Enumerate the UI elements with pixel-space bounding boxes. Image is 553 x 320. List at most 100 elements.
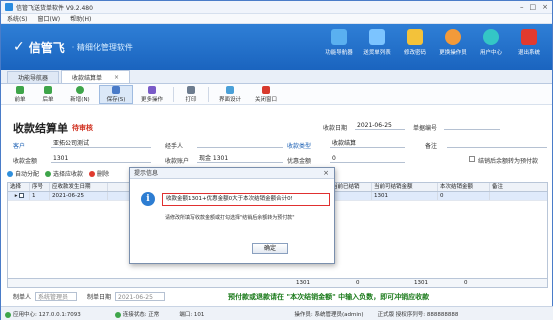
amount-field[interactable]: 1301 [51, 154, 151, 163]
customer-field[interactable]: 亚拓公司测试 [51, 139, 151, 148]
remark-field[interactable] [447, 139, 547, 148]
status-license: 正式版 授权序列号: 888888888 [377, 312, 459, 318]
close-window-button[interactable]: 关闭窗口 [249, 85, 283, 104]
banner: ✓ 信管飞 · 精细化管理软件 功能导航器 送货单列表 修改密码 更换操作员 用… [1, 24, 552, 70]
nav-label: 用户中心 [479, 50, 502, 56]
layout-icon [226, 85, 234, 94]
print-button[interactable]: 打印 [178, 85, 204, 104]
select-receivable-button[interactable]: 选择应收款 [45, 169, 83, 178]
app-icon [5, 3, 13, 11]
menu-window[interactable]: 窗口(W) [38, 14, 61, 23]
menu-system[interactable]: 系统(S) [7, 14, 28, 23]
auto-label: 自动分配 [15, 171, 40, 178]
power-icon [521, 29, 537, 45]
type-field[interactable]: 收款结算 [330, 139, 405, 148]
nav-exit-system[interactable]: 退出系统 [512, 29, 546, 56]
nav-label: 修改密码 [403, 50, 426, 56]
col-settled: 当前已结销 [330, 183, 372, 191]
status-conn: 连接状态: 正常 [114, 310, 160, 318]
auto-icon [7, 170, 13, 177]
form-footer: 制单人 系统管理员 制单日期 2021-06-25 预付款或退款请在 "本次结销… [1, 289, 553, 304]
menu-bar: 系统(S) 窗口(W) 帮助(H) [1, 14, 552, 24]
minimize-icon[interactable]: – [520, 3, 524, 11]
nav-switch-operator[interactable]: 更换操作员 [436, 29, 470, 56]
remark-label: 备注 [425, 143, 438, 150]
new-label: 新增(N) [70, 96, 90, 103]
maximize-icon[interactable]: □ [530, 3, 537, 11]
handler-field[interactable] [197, 139, 283, 148]
logo-name: 信管飞 [28, 40, 65, 55]
connection-icon [114, 311, 121, 318]
save-label: 保存(S) [106, 96, 126, 103]
row-current[interactable]: 0 [438, 192, 490, 200]
customer-label: 客户 [13, 143, 26, 150]
date-field[interactable]: 2021-06-25 [355, 121, 405, 130]
tab-label: 功能导航器 [18, 75, 49, 82]
col-select: 选择 [8, 183, 30, 191]
dialog-hint: 请修改所填写收款金额或打勾选择"结销后余额转为预付款" [165, 215, 295, 221]
grid-summary: 1301 0 1301 0 [8, 278, 547, 287]
close-icon[interactable]: × [542, 3, 548, 11]
prompt-dialog: 提示信息 × i 收款金额1301+优惠金额0大于本次结销金额合计0! 请修改所… [129, 167, 335, 264]
form-header: 收款结算单 待审核 [13, 120, 93, 136]
nav-user-center[interactable]: 用户中心 [474, 29, 508, 56]
status-conn-text: 连接状态: 正常 [122, 312, 160, 318]
nav-change-password[interactable]: 修改密码 [398, 29, 432, 56]
app-center-icon [5, 311, 11, 318]
toolbar-divider [173, 86, 174, 102]
row-remark[interactable] [490, 192, 547, 200]
prev-button[interactable]: 前单 [7, 85, 33, 104]
sum-b: 0 [356, 280, 360, 286]
monitor-icon [331, 29, 347, 45]
nav-delivery-list[interactable]: 送货单列表 [360, 29, 394, 56]
more-label: 更多操作 [140, 96, 163, 103]
print-label: 打印 [185, 96, 197, 103]
dialog-title: 提示信息 [134, 170, 159, 177]
auto-allocate-button[interactable]: 自动分配 [7, 169, 39, 178]
menu-help[interactable]: 帮助(H) [70, 14, 91, 23]
save-icon [112, 85, 120, 94]
col-current: 本次结销金额 [438, 183, 490, 191]
make-date-field: 2021-06-25 [115, 292, 166, 301]
window-controls: – □ × [520, 3, 548, 11]
form-title: 收款结算单 [13, 122, 68, 135]
toolbar-divider [208, 86, 209, 102]
next-button[interactable]: 后单 [35, 85, 61, 104]
account-field[interactable]: 现金 1301 [197, 154, 283, 163]
tab-close-icon[interactable]: × [114, 74, 119, 81]
delete-icon [89, 170, 96, 177]
layout-design-button[interactable]: 界面设计 [213, 85, 247, 104]
nav-function-navigator[interactable]: 功能导航器 [322, 29, 356, 56]
more-actions-button[interactable]: 更多操作 [135, 85, 169, 104]
new-button[interactable]: 新增(N) [63, 85, 97, 104]
dialog-close-icon[interactable]: × [323, 168, 329, 179]
next-label: 后单 [42, 96, 54, 103]
row-checkbox[interactable]: ▸ [8, 192, 30, 200]
status-operator: 操作员: 系统管理员(admin) [294, 312, 364, 318]
toolbar: 前单 后单 新增(N) 保存(S) 更多操作 打印 界面设计 关闭窗口 [1, 84, 552, 105]
sum-d: 0 [464, 280, 468, 286]
discount-label: 优惠金额 [287, 158, 312, 165]
grid-toolbar: 自动分配 选择应收款 删除 [7, 169, 109, 178]
tab-receipt-settlement[interactable]: 收款结算单 × [61, 70, 131, 83]
logo-subtitle: · 精细化管理软件 [71, 42, 133, 52]
more-icon [148, 85, 156, 94]
prepay-checkbox[interactable] [469, 156, 475, 162]
plus-icon [76, 85, 84, 94]
tab-bar: 功能导航器 收款结算单 × [1, 70, 552, 84]
make-date-label: 制单日期 [87, 294, 112, 301]
col-date: 应收款发生日期 [50, 183, 108, 191]
col-available: 当前可结销金额 [372, 183, 438, 191]
nav-label: 送货单列表 [363, 50, 391, 56]
sum-c: 1301 [414, 280, 428, 286]
save-button[interactable]: 保存(S) [99, 84, 133, 104]
dialog-titlebar: 提示信息 × [130, 168, 334, 179]
bill-no-field[interactable] [444, 121, 500, 130]
list-icon [369, 29, 385, 45]
nav-label: 退出系统 [517, 50, 540, 56]
ok-button[interactable]: 确定 [252, 243, 288, 254]
delete-button[interactable]: 删除 [89, 169, 109, 178]
discount-field[interactable]: 0 [330, 154, 405, 163]
tab-function-navigator[interactable]: 功能导航器 [7, 71, 60, 83]
row-available: 1301 [372, 192, 438, 200]
